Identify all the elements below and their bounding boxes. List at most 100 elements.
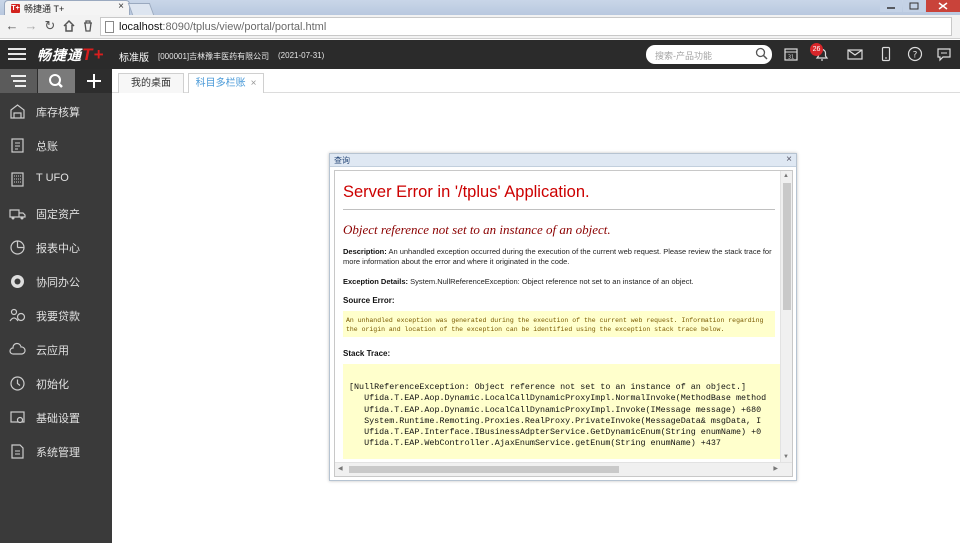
sidebar-item-initialization[interactable]: 初始化: [0, 366, 112, 400]
scroll-left-icon[interactable]: ◀: [338, 465, 343, 472]
scroll-up-icon[interactable]: ▲: [783, 173, 789, 179]
source-line: An unhandled exception was generated dur…: [346, 317, 764, 324]
close-tab-icon[interactable]: ×: [251, 78, 257, 89]
help-icon[interactable]: ?: [906, 45, 924, 63]
sidebar-item-label: T UFO: [36, 172, 69, 184]
sidebar-item-inventory-accounting[interactable]: 库存核算: [0, 94, 112, 128]
error-subtitle: Object reference not set to an instance …: [343, 222, 611, 237]
tab-multi-column-ledger[interactable]: 科目多栏账 ×: [188, 73, 264, 93]
company-name: [000001]吉林豫丰医药有限公司: [158, 52, 270, 61]
stack-line: System.Runtime.Remoting.Proxies.RealProx…: [349, 415, 762, 426]
sidebar-item-general-ledger[interactable]: 总账: [0, 128, 112, 162]
warehouse-icon: [10, 104, 25, 119]
stack-line: [NullReferenceException: Object referenc…: [349, 382, 747, 392]
sidebar-item-label: 报表中心: [36, 243, 80, 255]
scrollbar-thumb[interactable]: [349, 466, 619, 473]
clock-icon: [10, 376, 25, 391]
sidebar-item-label: 总账: [36, 141, 58, 153]
scrollbar-thumb[interactable]: [783, 183, 791, 310]
report-sheet-icon: [11, 172, 24, 187]
close-tab-icon[interactable]: ×: [118, 1, 124, 12]
stack-line: Ufida.T.EAP.Interface.IBusinessAdpterSer…: [349, 427, 762, 438]
sidebar-item-label: 基础设置: [36, 413, 80, 425]
query-dialog: 查询 × Server Error in '/tplus' Applicatio…: [329, 153, 797, 481]
sidebar-list-button[interactable]: [0, 69, 37, 93]
cloud-icon: [9, 342, 26, 355]
mail-icon[interactable]: [846, 45, 864, 63]
sidebar-toolbar: [0, 69, 113, 93]
sidebar-item-loan[interactable]: 我要贷款: [0, 298, 112, 332]
chat-icon[interactable]: [935, 45, 953, 63]
app-favicon-icon: T+: [11, 4, 20, 13]
search-placeholder: 搜索-产品功能: [655, 51, 712, 61]
list-icon: [11, 75, 26, 87]
new-tab-button[interactable]: [127, 3, 155, 15]
source-error-box: An unhandled exception was generated dur…: [343, 311, 775, 337]
scroll-right-icon[interactable]: ▶: [773, 465, 778, 472]
tab-my-desktop[interactable]: 我的桌面: [118, 73, 184, 93]
stack-line: Ufida.T.EAP.WebController.AjaxEnumServic…: [349, 438, 721, 449]
content-tab-bar: 我的桌面 科目多栏账 ×: [112, 69, 960, 93]
home-icon[interactable]: [62, 19, 76, 33]
collaboration-icon: [11, 275, 24, 288]
close-icon[interactable]: ×: [786, 154, 792, 165]
sidebar-item-label: 云应用: [36, 345, 69, 357]
description: Description: An unhandled exception occu…: [343, 247, 772, 266]
app-logo: 畅捷通T+: [37, 45, 105, 64]
stack-line: Ufida.T.EAP.Aop.Dynamic.LocalCallDynamic…: [349, 393, 767, 404]
horizontal-scrollbar[interactable]: ◀ ▶: [335, 462, 792, 476]
error-frame[interactable]: Server Error in '/tplus' Application. Ob…: [334, 170, 793, 477]
back-icon[interactable]: ←: [5, 19, 19, 33]
sidebar-item-label: 协同办公: [36, 277, 80, 289]
exception-details: Exception Details: System.NullReferenceE…: [343, 277, 694, 286]
search-input[interactable]: 搜索-产品功能: [646, 45, 772, 64]
sidebar-item-report-center[interactable]: 报表中心: [0, 230, 112, 264]
dialog-title: 查询: [334, 156, 350, 165]
browser-toolbar: ← → ↻ localhost:8090/tplus/view/portal/p…: [0, 15, 960, 39]
sidebar-item-t-ufo[interactable]: T UFO: [0, 162, 112, 196]
search-icon[interactable]: [755, 47, 768, 60]
calendar-icon[interactable]: 31: [782, 45, 800, 63]
reload-icon[interactable]: ↻: [43, 19, 57, 33]
browser-tab-strip: T+ 畅捷通 T+ ×: [0, 0, 960, 15]
trash-icon[interactable]: [81, 19, 95, 33]
dialog-header[interactable]: 查询 ×: [330, 154, 796, 167]
sidebar-item-system-management[interactable]: 系统管理: [0, 434, 112, 468]
settings-icon: [10, 411, 25, 424]
accounting-period: (2021-07-31): [278, 51, 325, 60]
truck-icon: [9, 209, 26, 220]
vertical-scrollbar[interactable]: ▲ ▼: [780, 171, 792, 462]
svg-text:?: ?: [913, 51, 918, 61]
sidebar-search-button[interactable]: [38, 69, 75, 93]
forward-icon[interactable]: →: [24, 19, 38, 33]
sidebar-item-label: 库存核算: [36, 107, 80, 119]
address-bar[interactable]: localhost:8090/tplus/view/portal/portal.…: [100, 17, 952, 36]
page-icon: [105, 21, 114, 33]
edition-label: 标准版: [119, 53, 149, 64]
pie-chart-icon: [10, 240, 25, 255]
stack-trace-box: [NullReferenceException: Object referenc…: [343, 364, 783, 459]
svg-text:31: 31: [788, 55, 794, 61]
menu-icon[interactable]: [8, 48, 26, 61]
plus-icon: [87, 74, 101, 88]
scroll-down-icon[interactable]: ▼: [783, 454, 789, 460]
sidebar-item-label: 固定资产: [36, 209, 80, 221]
sidebar-add-button[interactable]: [76, 69, 113, 93]
search-icon: [49, 74, 63, 88]
browser-tab-title: 畅捷通 T+: [24, 4, 65, 14]
sidebar-item-basic-settings[interactable]: 基础设置: [0, 400, 112, 434]
source-line: the origin and location of the exception…: [346, 326, 725, 333]
sidebar-item-label: 系统管理: [36, 447, 80, 459]
notification-badge: 26: [810, 43, 823, 56]
stack-line: Ufida.T.EAP.Aop.Dynamic.LocalCallDynamic…: [349, 404, 762, 415]
sidebar-item-label: 我要贷款: [36, 311, 80, 323]
browser-tab[interactable]: T+ 畅捷通 T+ ×: [4, 0, 130, 15]
window-controls[interactable]: [880, 0, 960, 12]
sidebar-item-cloud-apps[interactable]: 云应用: [0, 332, 112, 366]
divider: [343, 209, 775, 210]
stack-trace-label: Stack Trace:: [343, 349, 391, 358]
sidebar-item-fixed-assets[interactable]: 固定资产: [0, 196, 112, 230]
ledger-icon: [11, 138, 24, 153]
sidebar-item-collaboration[interactable]: 协同办公: [0, 264, 112, 298]
mobile-icon[interactable]: [877, 45, 895, 63]
